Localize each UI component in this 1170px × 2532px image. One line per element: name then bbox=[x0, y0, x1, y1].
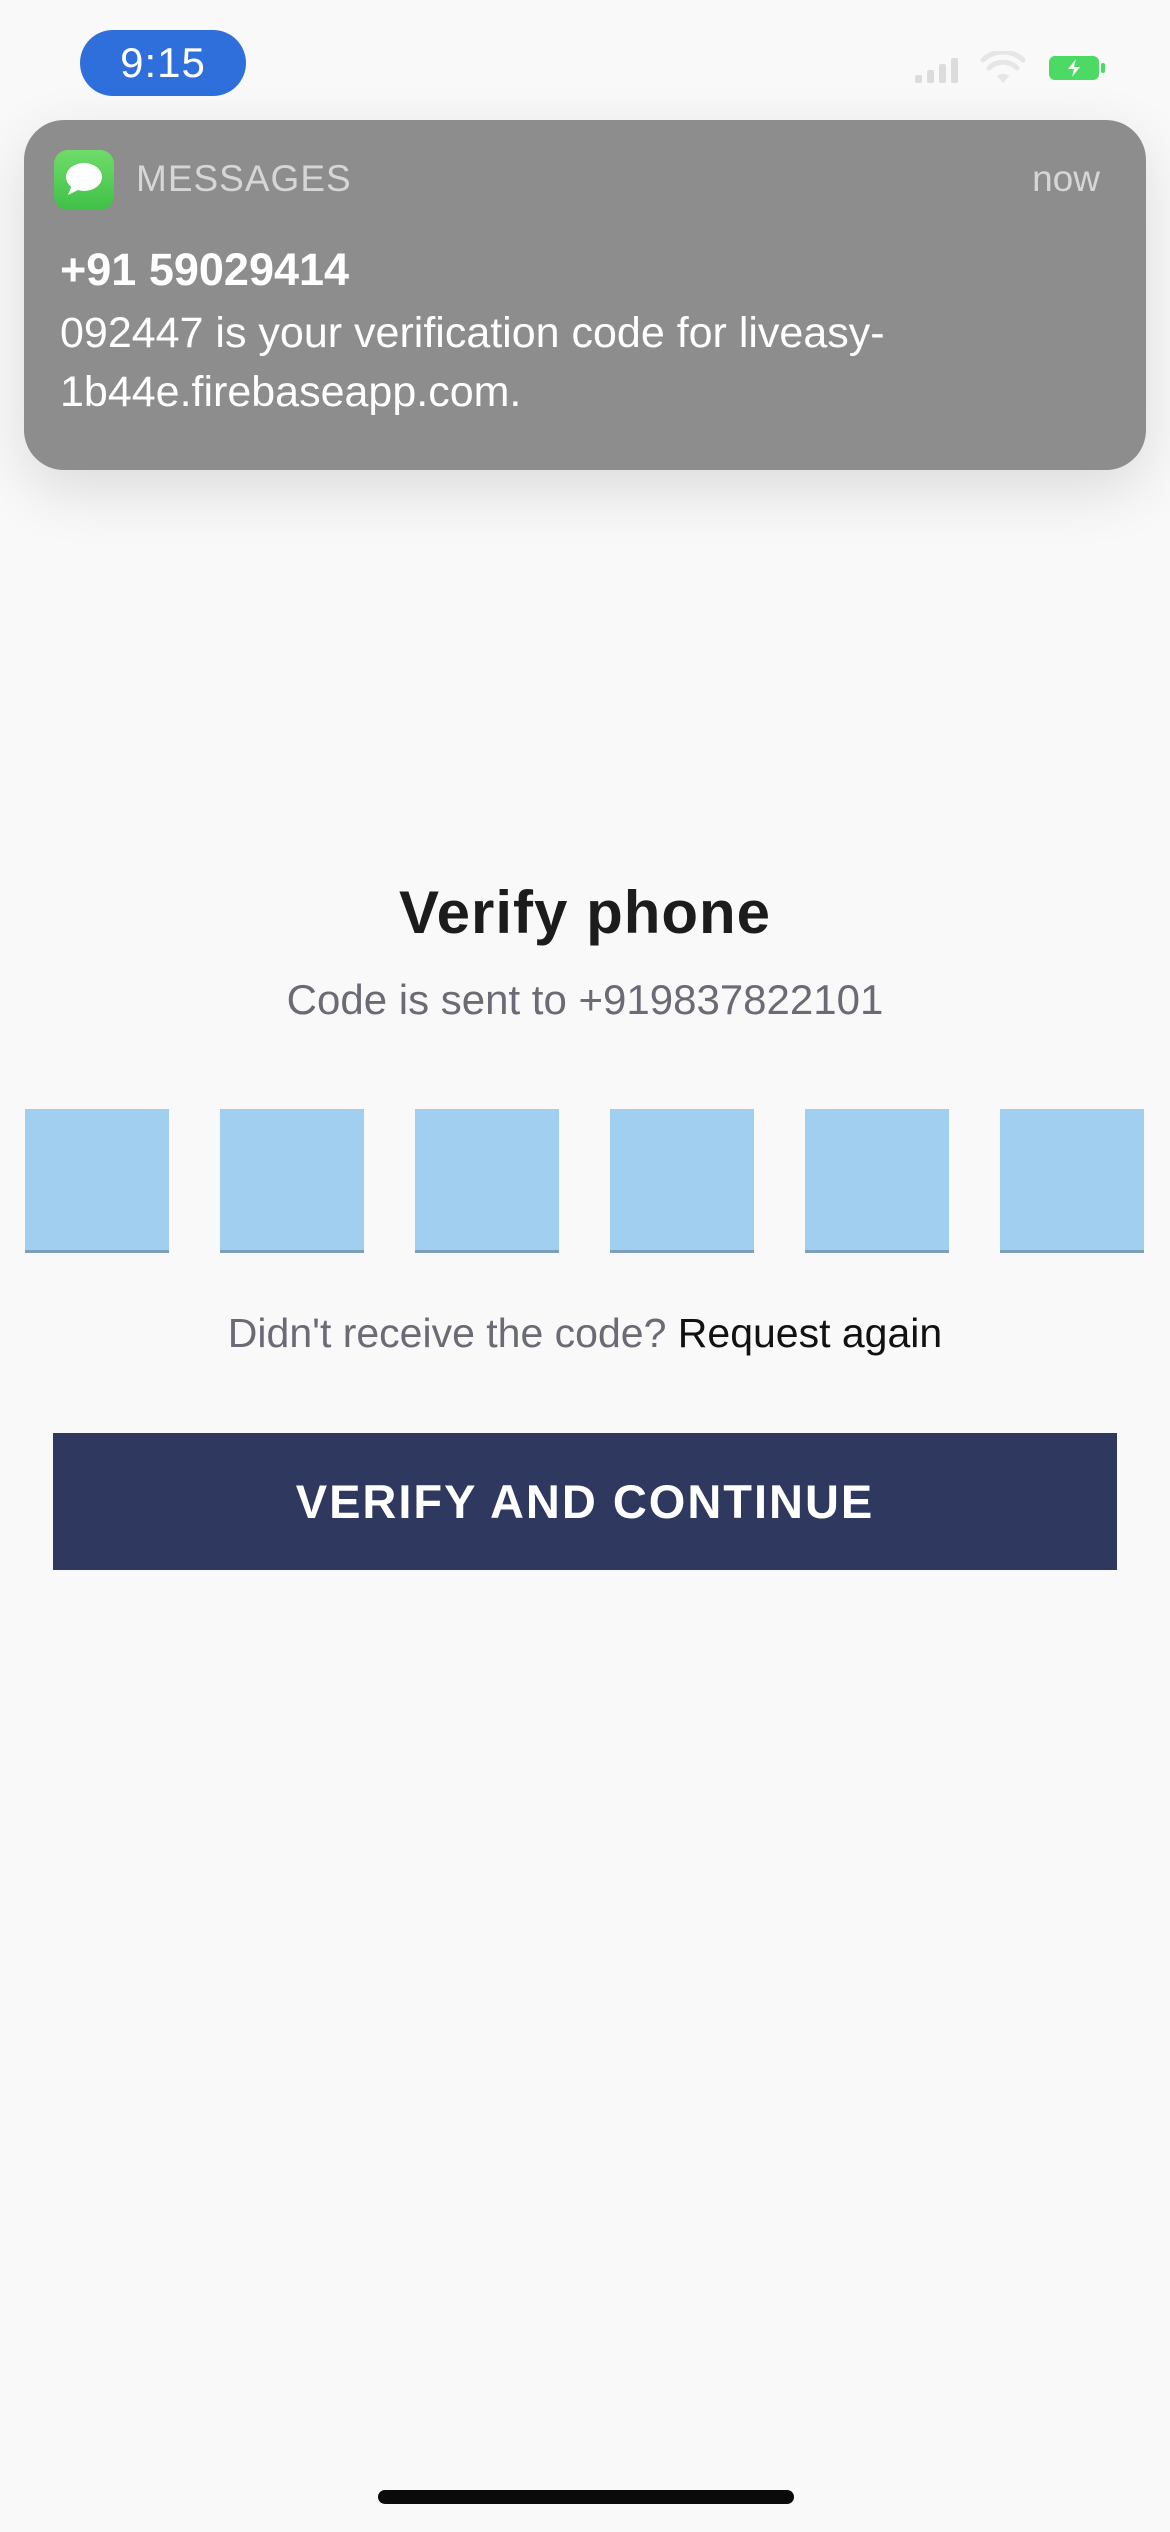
otp-digit-box[interactable] bbox=[25, 1109, 169, 1253]
battery-charging-icon bbox=[1048, 54, 1106, 82]
otp-digit-box[interactable] bbox=[220, 1109, 364, 1253]
status-icons bbox=[915, 48, 1106, 88]
home-indicator[interactable] bbox=[378, 2490, 794, 2504]
otp-code-input[interactable] bbox=[25, 1109, 1145, 1253]
signal-icon bbox=[915, 53, 958, 83]
status-time: 9:15 bbox=[80, 30, 246, 96]
otp-digit-box[interactable] bbox=[610, 1109, 754, 1253]
messages-app-icon bbox=[54, 150, 114, 210]
page-title: Verify phone bbox=[398, 879, 772, 946]
notification-app-name: MESSAGES bbox=[136, 158, 352, 199]
notification-time: now bbox=[1032, 158, 1100, 199]
otp-digit-box[interactable] bbox=[1000, 1109, 1144, 1253]
message-notification[interactable]: MESSAGES now +91 59029414 092447 is your… bbox=[24, 120, 1146, 470]
notification-body: 092447 is your verification code for liv… bbox=[60, 309, 885, 416]
notification-sender: +91 59029414 bbox=[60, 244, 350, 295]
verify-and-continue-button[interactable]: VERIFY AND CONTINUE bbox=[53, 1433, 1117, 1570]
resend-row: Didn't receive the code? Request again bbox=[0, 1310, 1170, 1357]
code-sent-subtitle: Code is sent to +919837822101 bbox=[286, 976, 884, 1023]
otp-digit-box[interactable] bbox=[805, 1109, 949, 1253]
resend-prompt: Didn't receive the code? bbox=[227, 1310, 678, 1356]
request-again-link[interactable]: Request again bbox=[678, 1310, 942, 1356]
wifi-icon bbox=[980, 51, 1026, 85]
otp-digit-box[interactable] bbox=[415, 1109, 559, 1253]
